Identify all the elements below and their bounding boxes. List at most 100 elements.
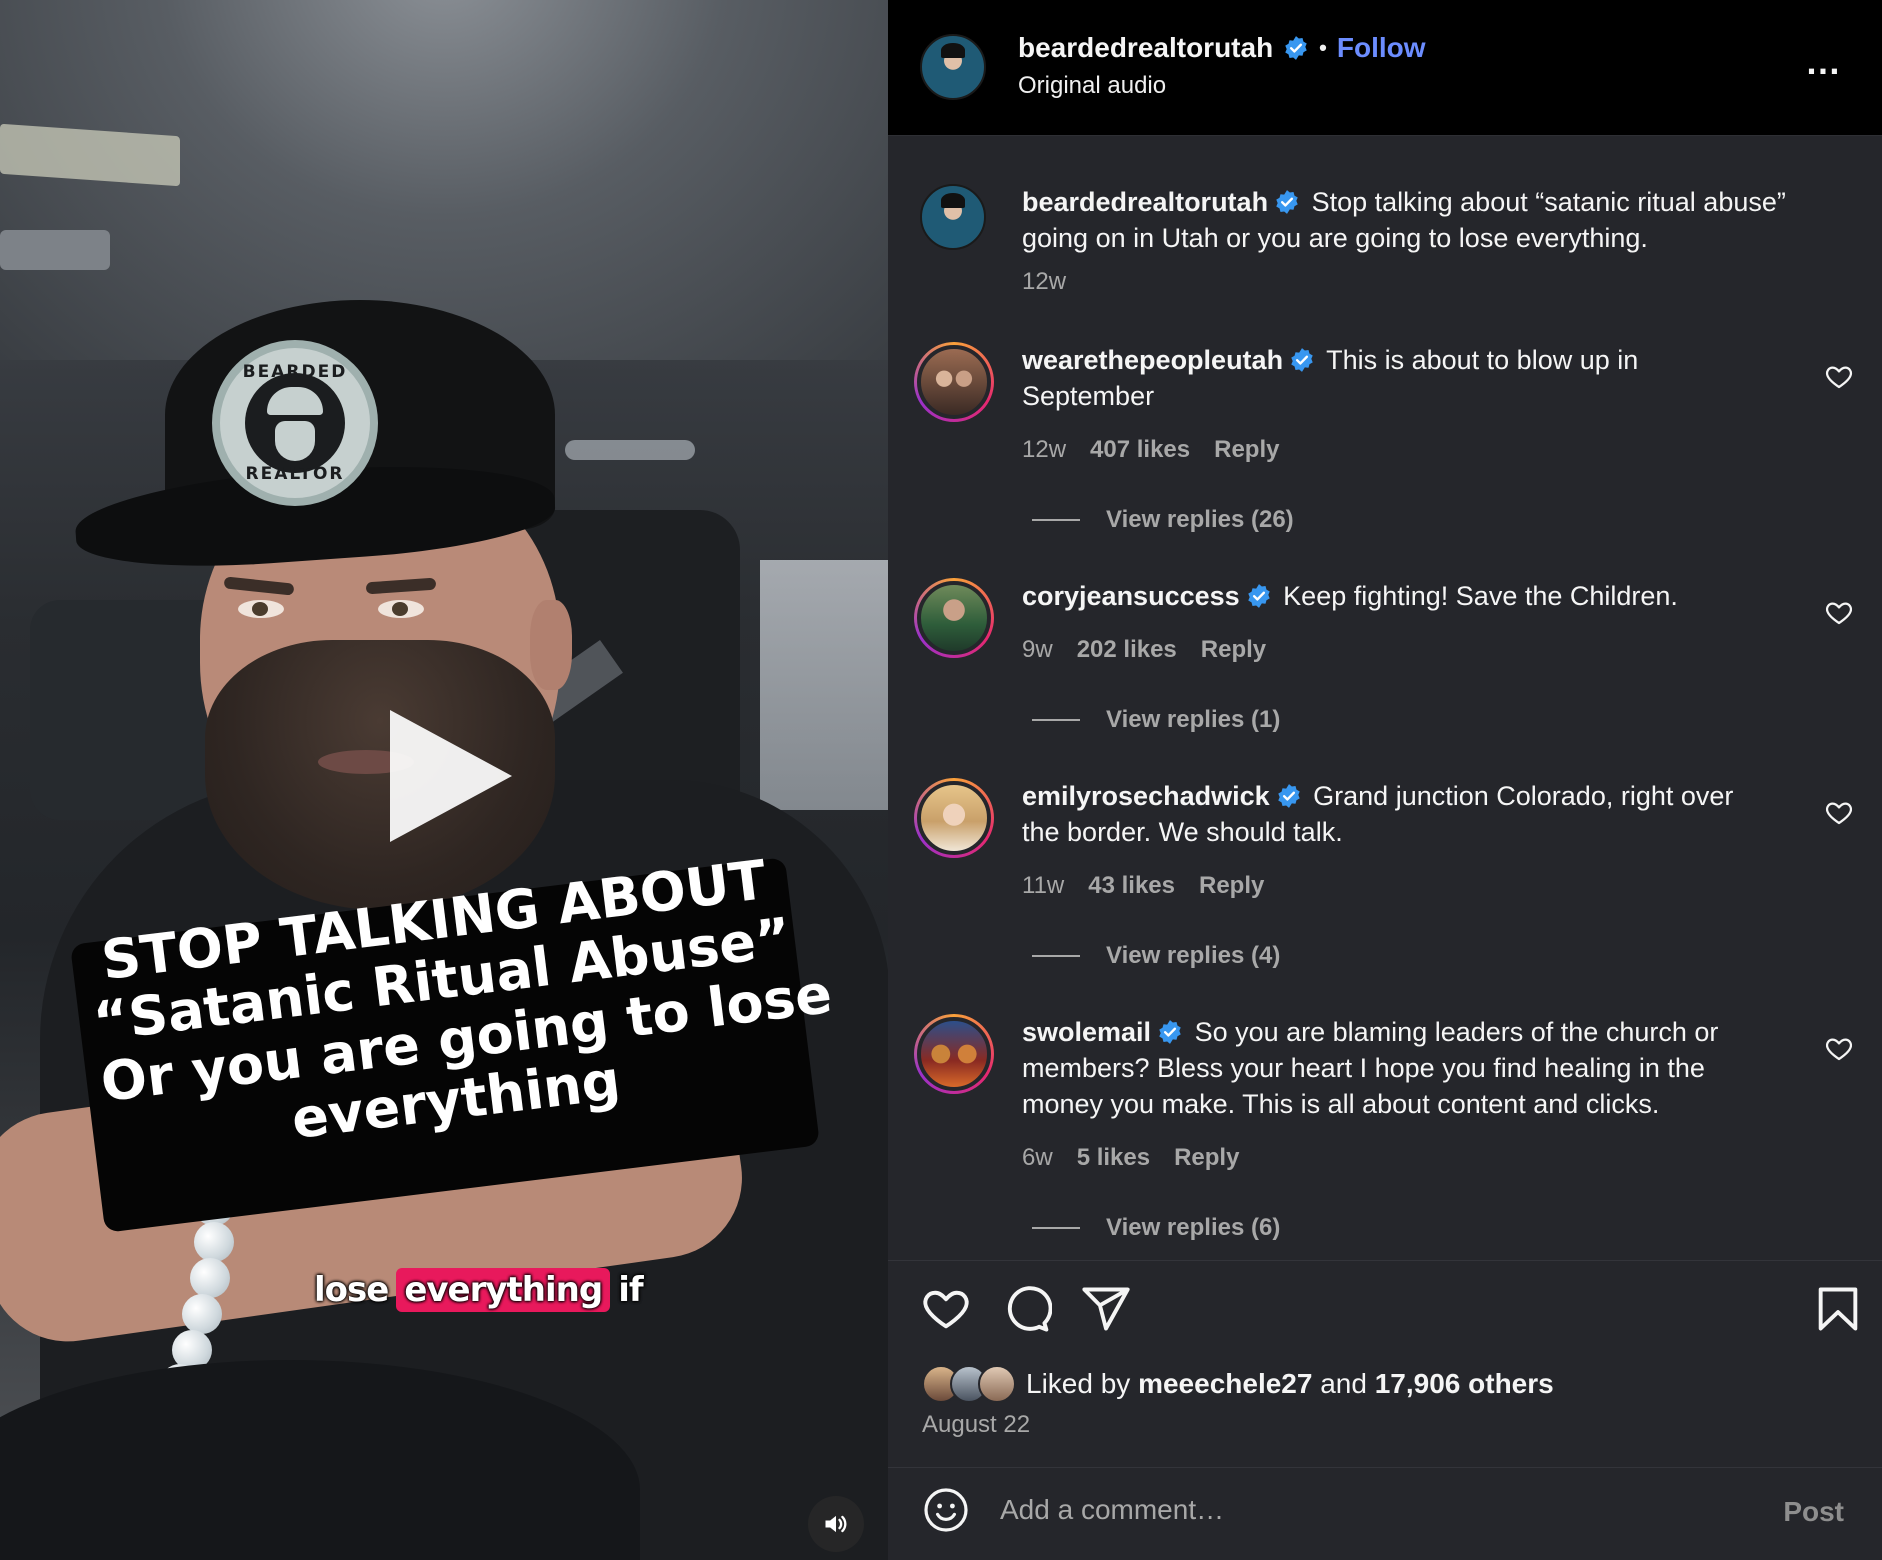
post-button[interactable]: Post <box>1783 1496 1844 1528</box>
author-avatar[interactable] <box>920 34 986 100</box>
comment-username[interactable]: swolemail <box>1022 1017 1151 1047</box>
replies-divider <box>1032 519 1080 521</box>
car-window <box>760 560 888 810</box>
comment-meta: 12w 407 likes Reply <box>1022 436 1279 464</box>
reel-video[interactable]: BEARDED REALTOR STOP TALKING ABOUT “Sata… <box>0 0 888 1560</box>
cap-logo-bottom-text: REALTOR <box>245 464 345 484</box>
heart-icon[interactable] <box>1824 1034 1854 1064</box>
view-replies-label: View replies (1) <box>1106 706 1281 733</box>
liked-by-and: and <box>1320 1368 1367 1399</box>
heart-icon[interactable] <box>1824 362 1854 392</box>
comment-time: 11w <box>1022 872 1065 899</box>
audio-label[interactable]: Original audio <box>1018 72 1166 100</box>
dome-light <box>565 440 695 460</box>
comment-likes[interactable]: 43 likes <box>1088 872 1175 900</box>
comment-time: 9w <box>1022 636 1053 663</box>
cap-logo-top-text: BEARDED <box>242 362 348 382</box>
bookmark-icon[interactable] <box>1812 1283 1864 1335</box>
comment-meta: 6w 5 likes Reply <box>1022 1144 1239 1172</box>
comment-body: emilyrosechadwick Grand junction Colorad… <box>1022 778 1742 850</box>
view-replies-label: View replies (4) <box>1106 942 1281 969</box>
comment-username[interactable]: wearethepeopleutah <box>1022 345 1283 375</box>
liked-by-others[interactable]: 17,906 others <box>1375 1368 1554 1400</box>
comment-likes[interactable]: 407 likes <box>1090 436 1190 464</box>
comment-likes[interactable]: 5 likes <box>1077 1144 1150 1172</box>
view-replies-button[interactable]: View replies (1) <box>1032 706 1280 734</box>
comment-body: swolemail So you are blaming leaders of … <box>1022 1014 1742 1122</box>
heart-icon[interactable] <box>920 1283 972 1335</box>
post-header: beardedrealtorutah • Follow Original aud… <box>888 0 1882 136</box>
post-date[interactable]: August 22 <box>922 1411 1030 1439</box>
comment-likes[interactable]: 202 likes <box>1077 636 1177 664</box>
commenter-avatar[interactable] <box>914 342 994 422</box>
comment-time: 12w <box>1022 436 1067 463</box>
commenter-avatar[interactable] <box>914 578 994 658</box>
reply-button[interactable]: Reply <box>1201 636 1266 664</box>
comment-body: wearethepeopleutah This is about to blow… <box>1022 342 1742 414</box>
view-replies-label: View replies (6) <box>1106 1214 1281 1241</box>
emoji-icon[interactable] <box>922 1486 970 1534</box>
view-replies-button[interactable]: View replies (26) <box>1032 506 1294 534</box>
post-actions: Liked by meeechele27 and 17,906 others A… <box>888 1260 1882 1560</box>
comment-username[interactable]: coryjeansuccess <box>1022 581 1240 611</box>
follow-button[interactable]: Follow <box>1337 32 1426 64</box>
verified-badge-icon <box>1247 584 1270 608</box>
comment-input[interactable] <box>1000 1486 1720 1534</box>
liker-avatars <box>922 1365 1016 1403</box>
caption-word: lose <box>314 1270 389 1310</box>
comment-meta: 11w 43 likes Reply <box>1022 872 1264 900</box>
caption-time: 12w <box>1022 268 1067 295</box>
liker-avatar[interactable] <box>978 1365 1016 1403</box>
speaker-icon <box>825 1515 847 1533</box>
play-icon[interactable] <box>390 710 512 842</box>
verified-badge-icon <box>1285 36 1307 60</box>
comment-meta: 9w 202 likes Reply <box>1022 636 1266 664</box>
heart-icon[interactable] <box>1824 598 1854 628</box>
caption-body: beardedrealtorutah Stop talking about “s… <box>1022 184 1852 256</box>
ear <box>530 600 572 690</box>
view-replies-label: View replies (26) <box>1106 506 1294 533</box>
comment-time: 6w <box>1022 1144 1053 1171</box>
reply-button[interactable]: Reply <box>1174 1144 1239 1172</box>
replies-divider <box>1032 719 1080 721</box>
commenter-avatar[interactable] <box>914 778 994 858</box>
verified-badge-icon <box>1277 784 1300 808</box>
replies-divider <box>1032 1227 1080 1229</box>
more-options-icon[interactable]: … <box>1805 44 1844 80</box>
view-replies-button[interactable]: View replies (6) <box>1032 1214 1280 1242</box>
visor-clip <box>0 230 110 270</box>
verified-badge-icon <box>1291 348 1313 372</box>
reply-button[interactable]: Reply <box>1199 872 1264 900</box>
view-replies-button[interactable]: View replies (4) <box>1032 942 1280 970</box>
commenter-avatar[interactable] <box>914 1014 994 1094</box>
caption-username[interactable]: beardedrealtorutah <box>1022 187 1268 217</box>
comment-composer: Post <box>888 1467 1882 1560</box>
heart-icon[interactable] <box>1824 798 1854 828</box>
comment-username[interactable]: emilyrosechadwick <box>1022 781 1270 811</box>
comment-icon[interactable] <box>1000 1283 1052 1335</box>
verified-badge-icon <box>1159 1020 1181 1044</box>
mute-button[interactable] <box>808 1496 864 1552</box>
cap-logo: BEARDED REALTOR <box>212 340 378 506</box>
post-side-panel: beardedrealtorutah • Follow Original aud… <box>888 0 1882 1560</box>
separator-dot: • <box>1319 35 1327 60</box>
liked-by-prefix: Liked by <box>1026 1368 1131 1399</box>
replies-divider <box>1032 955 1080 957</box>
caption-word-highlighted: everything <box>396 1268 611 1312</box>
auto-caption: lose everything if <box>314 1268 644 1312</box>
reply-button[interactable]: Reply <box>1214 436 1279 464</box>
caption-word: if <box>618 1270 643 1310</box>
author-username[interactable]: beardedrealtorutah <box>1018 32 1273 64</box>
header-user-row: beardedrealtorutah • Follow <box>1018 32 1426 64</box>
verified-badge-icon <box>1276 190 1298 214</box>
liked-by-row: Liked by meeechele27 and 17,906 others <box>922 1365 1554 1403</box>
comment-body: coryjeansuccess Keep fighting! Save the … <box>1022 578 1742 614</box>
caption-meta: 12w <box>1022 268 1066 296</box>
share-icon[interactable] <box>1080 1283 1132 1335</box>
cap-logo-face <box>245 373 345 473</box>
comment-text: Keep fighting! Save the Children. <box>1283 581 1678 611</box>
eye <box>238 600 284 618</box>
liked-by-user[interactable]: meeechele27 <box>1138 1368 1312 1400</box>
author-avatar[interactable] <box>920 184 986 250</box>
eye <box>378 600 424 618</box>
